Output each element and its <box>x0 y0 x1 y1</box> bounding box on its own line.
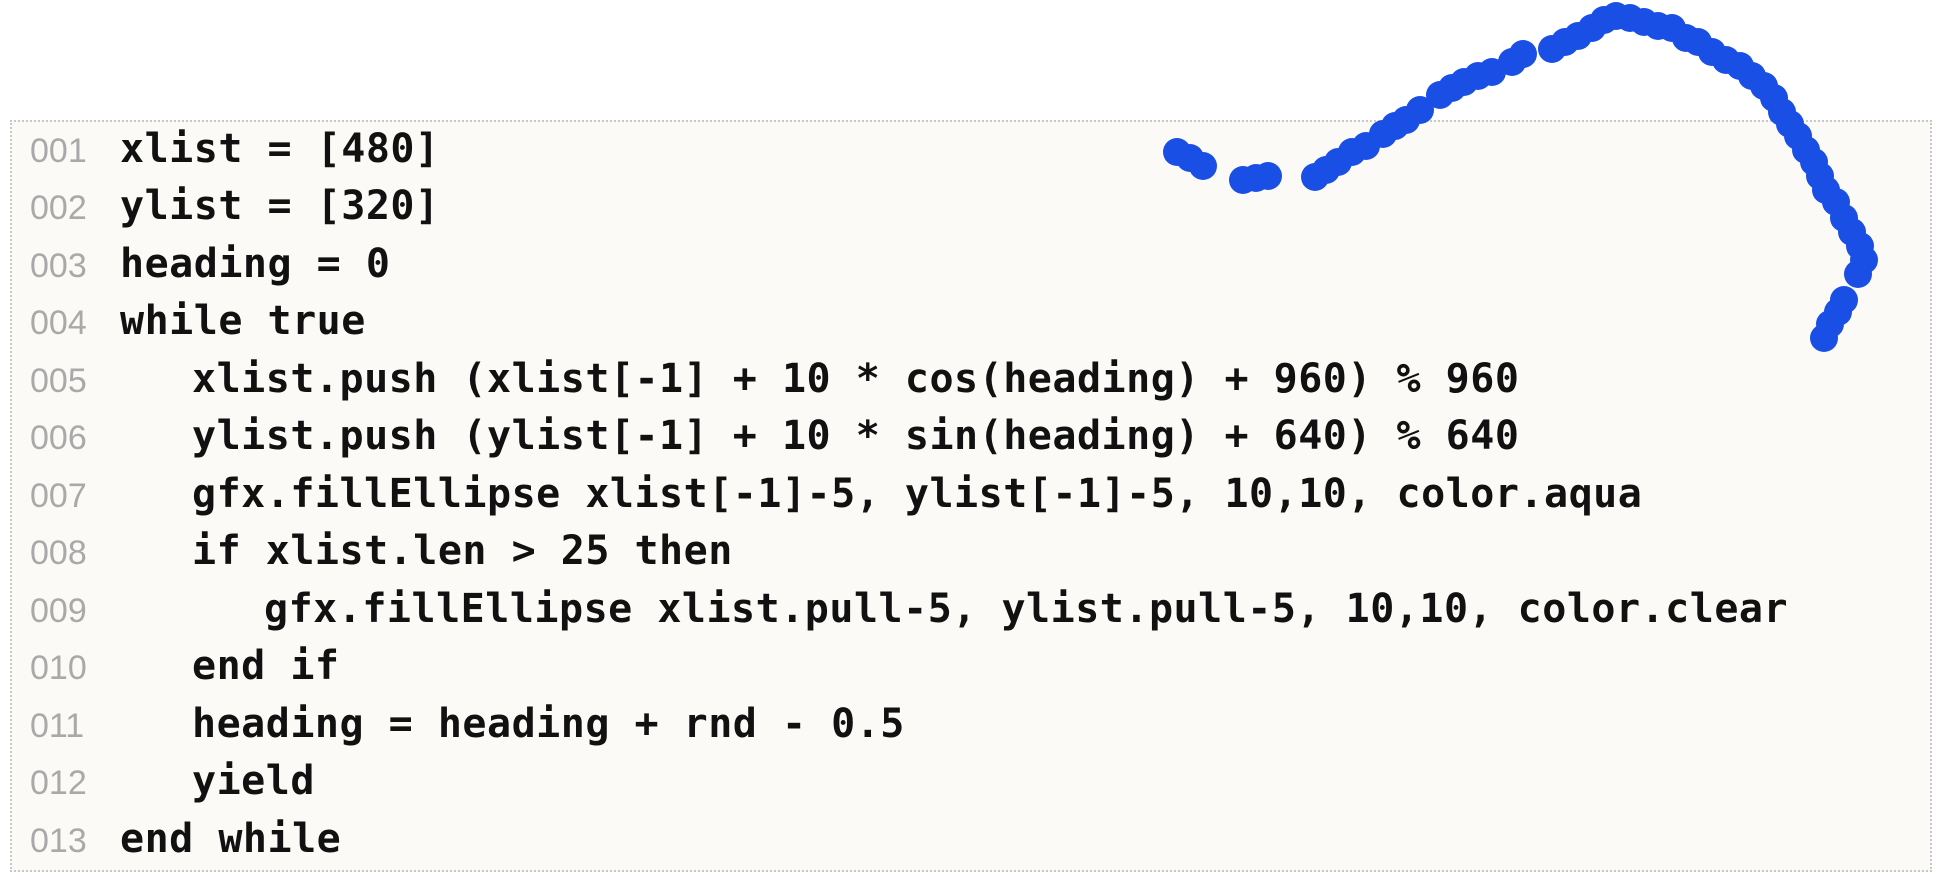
code-text[interactable]: while true <box>120 298 366 344</box>
line-number: 001 <box>30 132 87 170</box>
code-text[interactable]: heading = heading + rnd - 0.5 <box>120 701 905 747</box>
worm-segment <box>1478 58 1506 86</box>
worm-segment <box>1438 74 1466 102</box>
line-number: 004 <box>30 304 87 342</box>
code-editor[interactable]: 001 xlist = [480] 002 ylist = [320] 003 … <box>10 120 1932 872</box>
line-number: 011 <box>30 707 85 745</box>
code-line-004[interactable]: 004 while true <box>12 296 1932 354</box>
code-line-013[interactable]: 013 end while <box>12 814 1932 872</box>
worm-segment <box>1564 22 1592 50</box>
worm-segment <box>1760 84 1788 112</box>
code-text[interactable]: xlist = [480] <box>120 126 440 172</box>
worm-segment <box>1498 48 1526 76</box>
code-text[interactable]: ylist.push (ylist[-1] + 10 * sin(heading… <box>120 413 1519 459</box>
code-line-012[interactable]: 012 yield <box>12 756 1932 814</box>
code-text[interactable]: gfx.fillEllipse xlist[-1]-5, ylist[-1]-5… <box>120 471 1642 517</box>
code-line-002[interactable]: 002 ylist = [320] <box>12 181 1932 239</box>
worm-segment <box>1698 38 1726 66</box>
code-text[interactable]: ylist = [320] <box>120 183 440 229</box>
line-number: 002 <box>30 189 87 227</box>
line-number: 003 <box>30 247 87 285</box>
code-text[interactable]: heading = 0 <box>120 241 390 287</box>
code-text[interactable]: yield <box>120 758 315 804</box>
line-number: 006 <box>30 419 87 457</box>
worm-segment <box>1538 35 1566 63</box>
line-number: 005 <box>30 362 87 400</box>
line-number: 010 <box>30 649 87 687</box>
code-line-005[interactable]: 005 xlist.push (xlist[-1] + 10 * cos(hea… <box>12 354 1932 412</box>
line-number: 009 <box>30 592 87 630</box>
worm-segment <box>1426 81 1454 109</box>
code-line-010[interactable]: 010 end if <box>12 641 1932 699</box>
code-text[interactable]: end if <box>120 643 340 689</box>
worm-segment <box>1684 28 1712 56</box>
code-line-011[interactable]: 011 heading = heading + rnd - 0.5 <box>12 699 1932 757</box>
line-number: 013 <box>30 822 87 860</box>
code-text[interactable]: gfx.fillEllipse xlist.pull-5, ylist.pull… <box>120 586 1788 632</box>
worm-segment <box>1658 14 1686 42</box>
code-text[interactable]: xlist.push (xlist[-1] + 10 * cos(heading… <box>120 356 1519 402</box>
worm-segment <box>1616 4 1644 32</box>
line-number: 008 <box>30 534 87 572</box>
worm-segment <box>1450 68 1478 96</box>
code-text[interactable]: end while <box>120 816 341 862</box>
code-line-009[interactable]: 009 gfx.fillEllipse xlist.pull-5, ylist.… <box>12 584 1932 642</box>
line-number: 012 <box>30 764 87 802</box>
worm-segment <box>1602 2 1630 30</box>
worm-segment <box>1464 62 1492 90</box>
worm-segment <box>1712 46 1740 74</box>
code-line-003[interactable]: 003 heading = 0 <box>12 239 1932 297</box>
worm-segment <box>1750 72 1778 100</box>
worm-segment <box>1738 62 1766 90</box>
worm-segment <box>1551 28 1579 56</box>
worm-segment <box>1644 12 1672 40</box>
code-line-001[interactable]: 001 xlist = [480] <box>12 124 1932 182</box>
code-line-007[interactable]: 007 gfx.fillEllipse xlist[-1]-5, ylist[-… <box>12 469 1932 527</box>
worm-segment <box>1590 6 1618 34</box>
worm-segment <box>1726 52 1754 80</box>
worm-segment <box>1578 14 1606 42</box>
code-line-006[interactable]: 006 ylist.push (ylist[-1] + 10 * sin(hea… <box>12 411 1932 469</box>
code-line-008[interactable]: 008 if xlist.len > 25 then <box>12 526 1932 584</box>
line-number: 007 <box>30 477 87 515</box>
worm-segment <box>1509 40 1537 68</box>
worm-segment <box>1672 24 1700 52</box>
code-text[interactable]: if xlist.len > 25 then <box>120 528 733 574</box>
worm-segment <box>1630 8 1658 36</box>
